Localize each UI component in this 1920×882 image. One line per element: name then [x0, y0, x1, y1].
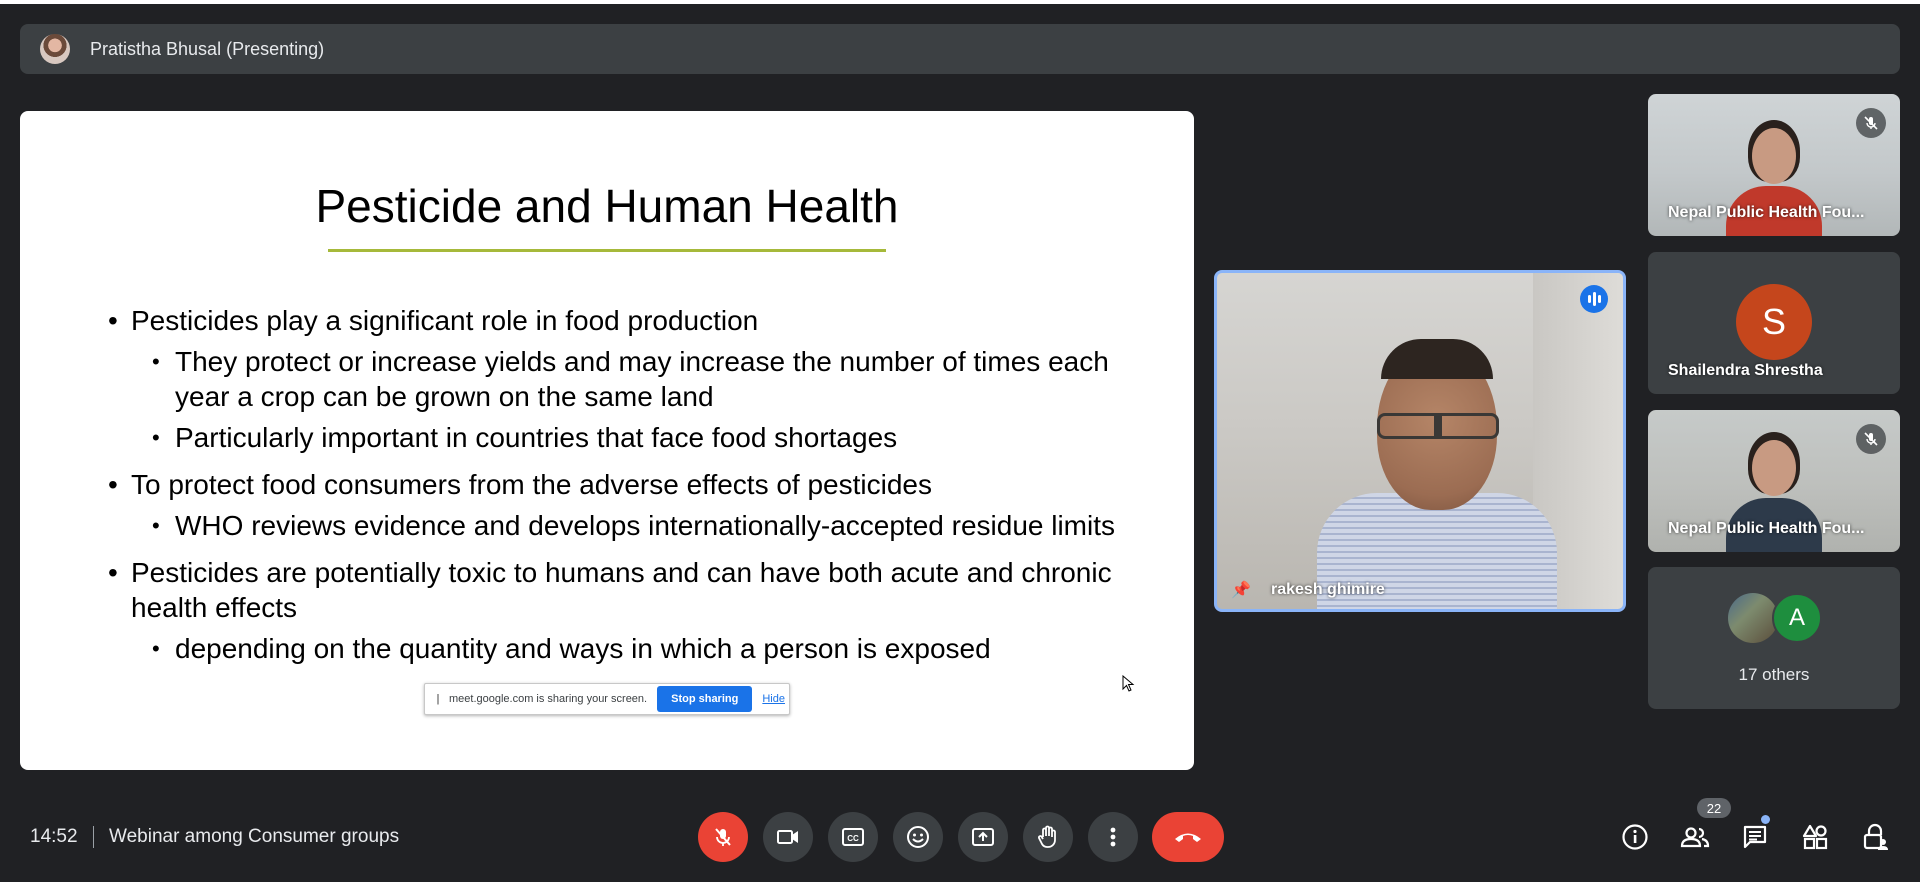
sub-bullet: WHO reviews evidence and develops intern… [152, 508, 1118, 543]
mouse-cursor-icon [1122, 675, 1135, 692]
pin-icon[interactable]: 📌 [1231, 580, 1251, 600]
activities-button[interactable] [1798, 820, 1832, 854]
participant-name: Shailendra Shrestha [1668, 362, 1823, 379]
present-screen-button[interactable] [958, 812, 1008, 862]
video-camera-icon [777, 830, 798, 844]
participant-tile-1[interactable]: Nepal Public Health Fou... [1648, 94, 1900, 236]
slide-bullets: Pesticides play a significant role in fo… [108, 291, 1118, 666]
camera-button[interactable] [763, 812, 813, 862]
presenter-name: Pratistha Bhusal (Presenting) [90, 38, 325, 59]
slide-title: Pesticide and Human Health [315, 180, 899, 232]
closed-captions-icon: CC [842, 828, 864, 846]
reactions-button[interactable] [893, 812, 943, 862]
svg-text:CC: CC [847, 834, 859, 843]
chat-button[interactable] [1738, 820, 1772, 854]
meeting-details-button[interactable] [1618, 820, 1652, 854]
mic-off-icon [715, 828, 731, 846]
leave-call-button[interactable] [1152, 812, 1224, 862]
raise-hand-button[interactable] [1023, 812, 1073, 862]
meeting-title[interactable]: Webinar among Consumer groups [109, 826, 399, 848]
hand-icon [1038, 825, 1056, 848]
people-count-badge: 22 [1697, 798, 1731, 818]
share-notice-text: meet.google.com is sharing your screen. [449, 693, 648, 705]
title-underline [328, 249, 886, 252]
sub-bullet: depending on the quantity and ways in wh… [152, 631, 1118, 666]
bullet: Pesticides are potentially toxic to huma… [108, 555, 1118, 625]
activities-icon [1802, 824, 1828, 850]
info-icon [1622, 824, 1648, 850]
participant-name: Nepal Public Health Fou... [1668, 520, 1865, 537]
hang-up-icon [1175, 833, 1201, 842]
sub-bullet: They protect or increase yields and may … [152, 344, 1118, 414]
top-edge [0, 0, 1920, 4]
participant-tile-3[interactable]: Nepal Public Health Fou... [1648, 410, 1900, 552]
speaker-name: rakesh ghimire [1271, 581, 1385, 598]
bullet: Pesticides play a significant role in fo… [108, 303, 1118, 338]
bullet: To protect food consumers from the adver… [108, 467, 1118, 502]
more-vert-icon [1110, 827, 1116, 847]
present-screen-icon [972, 828, 994, 846]
microphone-button[interactable] [698, 812, 748, 862]
presenter-avatar [40, 34, 70, 64]
avatar [1728, 593, 1778, 643]
avatar: S [1736, 284, 1812, 360]
participant-video [1752, 128, 1796, 184]
chat-icon [1743, 825, 1767, 849]
clock: 14:52 [30, 826, 78, 847]
presenter-bar: Pratistha Bhusal (Presenting) [20, 24, 1900, 74]
shared-screen: Pesticide and Human Health Pesticides pl… [20, 111, 1194, 770]
sub-bullet: Particularly important in countries that… [152, 420, 1118, 455]
divider [93, 826, 94, 848]
others-tile[interactable]: A 17 others [1648, 567, 1900, 709]
emoji-icon [907, 826, 929, 848]
stop-sharing-button[interactable]: Stop sharing [657, 686, 753, 712]
host-controls-button[interactable] [1858, 820, 1892, 854]
others-count: 17 others [1738, 665, 1810, 684]
screen-share-notice: || meet.google.com is sharing your scree… [424, 683, 790, 715]
hide-link[interactable]: Hide [762, 693, 785, 705]
people-icon [1680, 827, 1710, 848]
active-speaker-tile[interactable]: 📌 rakesh ghimire [1214, 270, 1626, 612]
people-button[interactable] [1678, 820, 1712, 854]
participant-tile-2[interactable]: S Shailendra Shrestha [1648, 252, 1900, 394]
speaking-indicator-icon [1580, 285, 1608, 313]
lock-person-icon [1863, 823, 1888, 850]
participant-name: Nepal Public Health Fou... [1668, 204, 1865, 221]
captions-button[interactable]: CC [828, 812, 878, 862]
new-message-dot [1761, 815, 1770, 824]
mic-off-icon [1856, 108, 1886, 138]
avatar: A [1772, 593, 1822, 643]
mic-off-icon [1856, 424, 1886, 454]
participant-video [1752, 440, 1796, 496]
drag-handle-icon[interactable]: || [431, 693, 443, 705]
more-options-button[interactable] [1088, 812, 1138, 862]
